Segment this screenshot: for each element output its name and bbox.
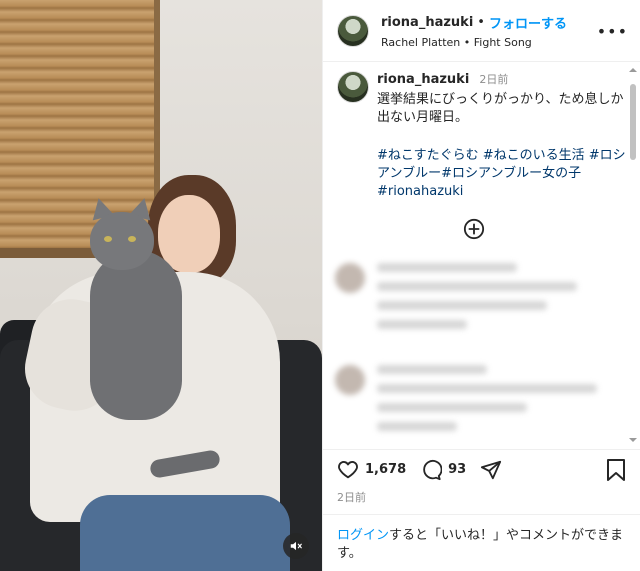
more-options-icon[interactable]: ••• bbox=[597, 22, 628, 41]
avatar[interactable] bbox=[337, 71, 369, 103]
post-caption: riona_hazuki 2日前 選挙結果にびっくりがっかり、ため息しか出ない月… bbox=[323, 63, 640, 201]
username-link[interactable]: riona_hazuki bbox=[381, 15, 473, 30]
plus-circle-icon[interactable] bbox=[463, 218, 485, 240]
caption-text: 選挙結果にびっくりがっかり、ため息しか出ない月曜日。 bbox=[377, 92, 624, 125]
comment-button[interactable]: 93 bbox=[420, 459, 466, 481]
photo-cat-eye bbox=[104, 236, 112, 242]
like-button[interactable]: 1,678 bbox=[337, 459, 406, 481]
comment-item-blurred bbox=[335, 365, 597, 441]
comment-count[interactable]: 93 bbox=[448, 462, 466, 477]
post-actions: 1,678 93 bbox=[323, 449, 640, 489]
comment-item-blurred bbox=[335, 263, 577, 339]
follow-button[interactable]: フォローする bbox=[489, 13, 567, 32]
share-button[interactable] bbox=[480, 459, 502, 481]
bookmark-icon bbox=[607, 459, 625, 481]
post-media[interactable] bbox=[0, 0, 322, 571]
photo-cat-body bbox=[90, 250, 182, 420]
comments-area: riona_hazuki 2日前 選挙結果にびっくりがっかり、ため息しか出ない月… bbox=[323, 63, 640, 448]
photo-cat-eye bbox=[128, 236, 136, 242]
avatar[interactable] bbox=[337, 14, 369, 47]
caption-hashtags[interactable]: #ねこすたぐらむ #ねこのいる生活 #ロシアンブルー#ロシアンブルー女の子 #r… bbox=[377, 147, 626, 201]
heart-icon bbox=[338, 460, 358, 478]
audio-label[interactable]: Rachel Platten • Fight Song bbox=[381, 36, 567, 49]
photo-person-jeans bbox=[80, 495, 290, 571]
speaker-muted-icon bbox=[290, 541, 302, 551]
comment-icon bbox=[423, 459, 443, 480]
scrollbar-thumb[interactable] bbox=[630, 84, 636, 160]
post-date[interactable]: 2日前 bbox=[337, 489, 366, 505]
save-button[interactable] bbox=[606, 459, 626, 485]
login-link[interactable]: ログイン bbox=[337, 528, 389, 543]
login-prompt: ログインすると「いいね！」やコメントができます。 bbox=[323, 514, 640, 571]
photo-cat-head bbox=[90, 212, 154, 270]
send-icon bbox=[481, 460, 502, 479]
comments-scrollbar[interactable] bbox=[628, 66, 638, 444]
caption-username[interactable]: riona_hazuki bbox=[377, 72, 469, 87]
post-header: riona_hazuki • フォローする Rachel Platten • F… bbox=[323, 0, 640, 62]
post-side-panel: riona_hazuki • フォローする Rachel Platten • F… bbox=[322, 0, 640, 571]
caption-timestamp[interactable]: 2日前 bbox=[479, 73, 508, 86]
like-count[interactable]: 1,678 bbox=[365, 462, 406, 477]
separator-dot: • bbox=[477, 14, 485, 30]
post-header-text: riona_hazuki • フォローする Rachel Platten • F… bbox=[381, 13, 567, 49]
mute-button[interactable] bbox=[283, 533, 309, 559]
